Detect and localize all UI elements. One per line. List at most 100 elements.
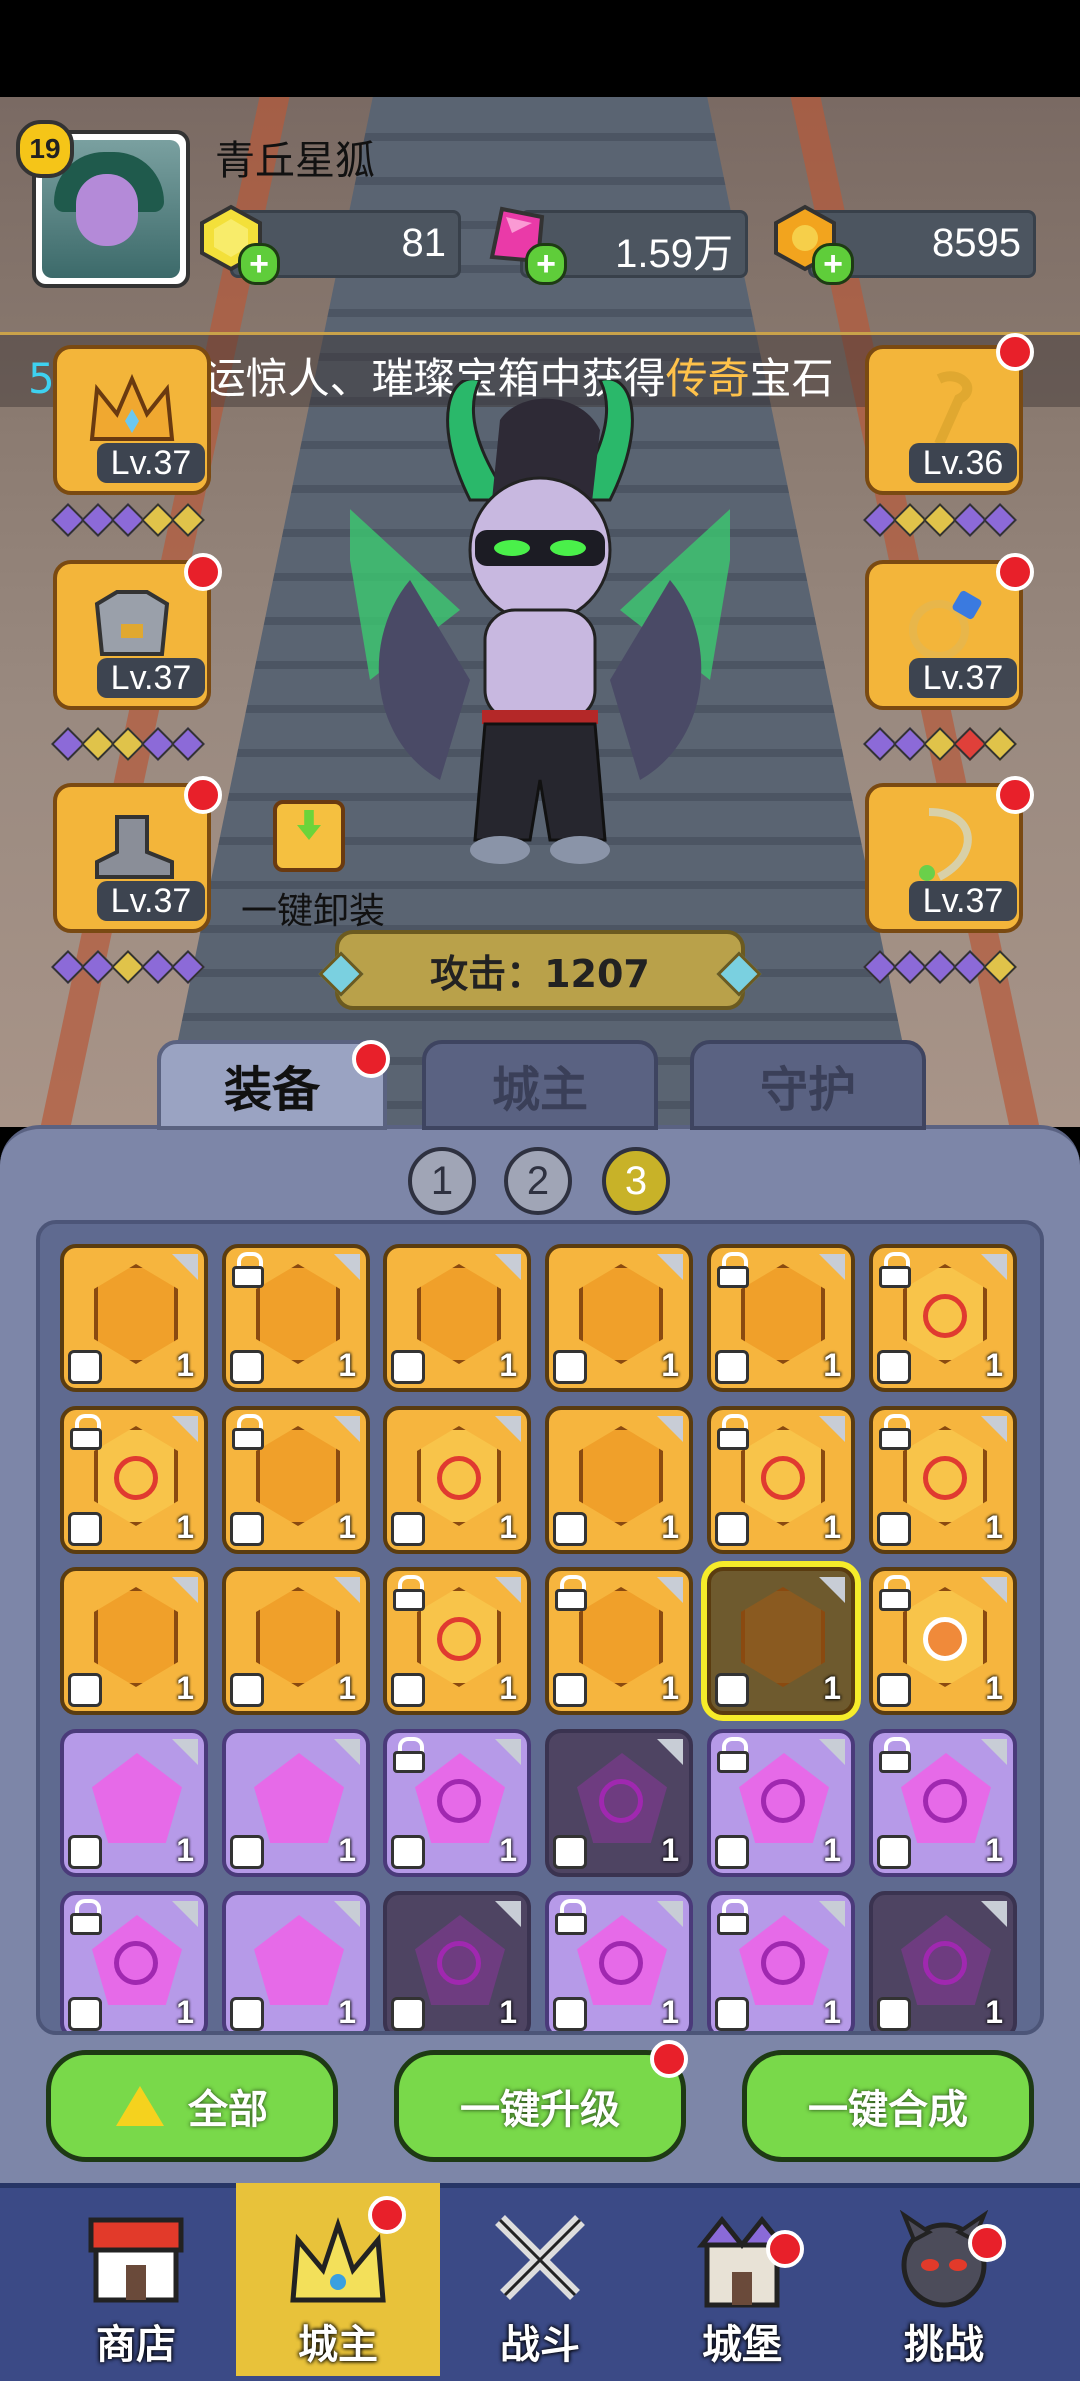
gem-diamond — [141, 503, 175, 537]
merge-all-label: 一键合成 — [808, 2087, 968, 2133]
inventory-item-orange-gem[interactable]: 1 — [222, 1567, 370, 1715]
item-quantity: 1 — [823, 1670, 841, 1706]
page-button-1[interactable]: 1 — [408, 1147, 476, 1215]
inventory-item-purple-gem[interactable]: 1 — [545, 1891, 693, 2031]
inventory-item-purple-gem[interactable]: 1 — [545, 1729, 693, 1877]
ring-type-icon — [68, 1673, 102, 1707]
gold-coin-value: 81 — [401, 221, 447, 265]
unequip-all-label: 一键卸装 — [240, 891, 385, 932]
page-button-2[interactable]: 2 — [504, 1147, 572, 1215]
crown-type-icon — [68, 1350, 102, 1384]
hero-character[interactable] — [350, 380, 730, 900]
inventory-item-orange-gem[interactable]: 1 — [383, 1567, 531, 1715]
page-button-3[interactable]: 3 — [602, 1147, 670, 1215]
add-orange-coin-button[interactable]: + — [812, 243, 854, 285]
equip-slot-crown[interactable]: Lv.37 — [53, 345, 211, 495]
inventory-item-orange-gem[interactable]: 1 — [222, 1244, 370, 1392]
inventory-item-purple-gem[interactable]: 1 — [222, 1891, 370, 2031]
boot-icon — [95, 815, 174, 879]
swirl-icon — [599, 1941, 643, 1985]
orange-hex-gem-icon — [256, 1426, 340, 1526]
inventory-item-orange-gem[interactable]: 1 — [60, 1567, 208, 1715]
merge-all-button[interactable]: 一键合成 — [742, 2050, 1034, 2162]
equip-slot-staff[interactable]: Lv.36 — [865, 345, 1023, 495]
corner-triangle-icon — [657, 1254, 683, 1280]
inventory-item-orange-gem[interactable]: 1 — [383, 1406, 531, 1554]
notification-dot — [766, 2230, 804, 2268]
gem-diamond — [51, 503, 85, 537]
inventory-item-purple-gem[interactable]: 1 — [222, 1729, 370, 1877]
inventory-item-purple-gem[interactable]: 1 — [60, 1729, 208, 1877]
inventory-item-orange-gem[interactable]: 1 — [869, 1406, 1017, 1554]
gem-diamond — [111, 950, 145, 984]
item-quantity: 1 — [338, 1670, 356, 1706]
add-gold-coin-button[interactable]: + — [238, 243, 280, 285]
item-quantity: 1 — [661, 1347, 679, 1383]
corner-triangle-icon — [819, 1416, 845, 1442]
inventory-item-purple-gem[interactable]: 1 — [60, 1891, 208, 2031]
purple-pentagon-gem-icon — [254, 1753, 344, 1843]
inventory-item-purple-gem[interactable]: 1 — [869, 1891, 1017, 2031]
warning-triangle-icon — [116, 2086, 164, 2126]
inventory-item-orange-gem[interactable]: 1 — [60, 1406, 208, 1554]
nav-challenge[interactable]: 挑战 — [844, 2190, 1044, 2370]
nav-shop[interactable]: 商店 — [36, 2190, 236, 2370]
nav-castle[interactable]: 城堡 — [642, 2190, 842, 2370]
inventory-item-purple-gem[interactable]: 1 — [383, 1729, 531, 1877]
item-quantity: 1 — [338, 1347, 356, 1383]
corner-triangle-icon — [334, 1577, 360, 1603]
swirl-icon — [599, 1779, 643, 1823]
corner-triangle-icon — [495, 1254, 521, 1280]
orange-hex-gem-icon — [579, 1264, 663, 1364]
item-quantity: 1 — [661, 1832, 679, 1868]
inventory-item-orange-gem[interactable]: 1 — [869, 1567, 1017, 1715]
corner-triangle-icon — [819, 1901, 845, 1927]
inventory-item-purple-gem[interactable]: 1 — [707, 1729, 855, 1877]
inventory-item-orange-gem[interactable]: 1 — [545, 1244, 693, 1392]
crown-type-icon — [553, 1350, 587, 1384]
corner-triangle-icon — [819, 1577, 845, 1603]
nav-lord[interactable]: 城主 — [238, 2190, 438, 2370]
armor-type-icon — [877, 1350, 911, 1384]
swirl-icon — [923, 1294, 967, 1338]
item-quantity: 1 — [499, 1670, 517, 1706]
swords-icon — [495, 2215, 585, 2300]
inventory-item-orange-gem[interactable]: 1 — [545, 1567, 693, 1715]
inventory-item-orange-gem[interactable]: 1 — [707, 1567, 855, 1715]
notification-dot — [352, 1040, 390, 1078]
tab-guard[interactable]: 守护 — [690, 1040, 926, 1130]
gem-diamond — [953, 950, 987, 984]
show-all-button[interactable]: 全部 — [46, 2050, 338, 2162]
item-quantity: 1 — [499, 1832, 517, 1868]
add-pink-gem-button[interactable]: + — [525, 243, 567, 285]
staff-type-icon — [877, 1512, 911, 1546]
inventory-item-orange-gem[interactable]: 1 — [707, 1244, 855, 1392]
lock-icon — [230, 1414, 266, 1450]
item-quantity: 1 — [176, 1670, 194, 1706]
inventory-item-purple-gem[interactable]: 1 — [707, 1891, 855, 2031]
notification-dot — [968, 2224, 1006, 2262]
boot-type-icon — [715, 1512, 749, 1546]
tab-lord[interactable]: 城主 — [422, 1040, 658, 1130]
inventory-item-orange-gem[interactable]: 1 — [222, 1406, 370, 1554]
upgrade-all-button[interactable]: 一键升级 — [394, 2050, 686, 2162]
armor-type-icon — [877, 1835, 911, 1869]
inventory-item-orange-gem[interactable]: 1 — [869, 1244, 1017, 1392]
inventory-item-orange-gem[interactable]: 1 — [60, 1244, 208, 1392]
inventory-item-orange-gem[interactable]: 1 — [545, 1406, 693, 1554]
gem-diamond — [923, 727, 957, 761]
inventory-item-orange-gem[interactable]: 1 — [383, 1244, 531, 1392]
orange-hex-gem-icon — [256, 1587, 340, 1687]
gem-diamond — [983, 950, 1017, 984]
inventory-item-orange-gem[interactable]: 1 — [707, 1406, 855, 1554]
nav-shop-label: 商店 — [96, 2322, 176, 2368]
nav-battle[interactable]: 战斗 — [440, 2190, 640, 2370]
avatar-face — [76, 174, 138, 246]
item-quantity: 1 — [338, 1509, 356, 1545]
inventory-item-purple-gem[interactable]: 1 — [383, 1891, 531, 2031]
lock-icon — [877, 1737, 913, 1773]
unequip-arrow — [297, 810, 321, 840]
inventory-item-purple-gem[interactable]: 1 — [869, 1729, 1017, 1877]
item-quantity: 1 — [499, 1347, 517, 1383]
gem-diamond — [953, 727, 987, 761]
